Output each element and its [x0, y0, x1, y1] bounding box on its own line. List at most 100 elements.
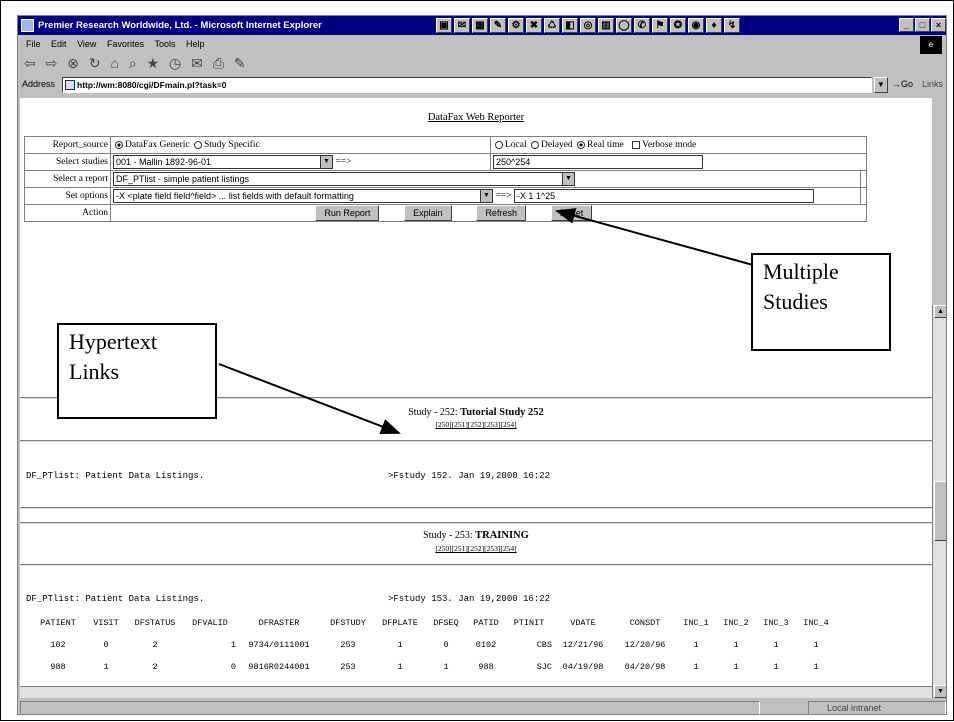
reset-button[interactable]: Reset — [550, 205, 593, 221]
radio-local[interactable] — [495, 140, 503, 149]
table-cell: 102 — [50, 640, 66, 650]
listing-title: DF_PTlist: Patient Data Listings. — [26, 471, 205, 481]
edit-icon[interactable]: ✎ — [234, 53, 246, 73]
maximize-icon[interactable]: □ — [915, 18, 930, 32]
quick-icon[interactable]: ✎ — [490, 18, 506, 33]
table-cell: 1 — [693, 662, 699, 672]
quick-icon[interactable]: ♺ — [544, 18, 560, 33]
quick-icon[interactable]: ✖ — [526, 18, 542, 33]
radio-delayed[interactable] — [531, 140, 540, 149]
menu-edit[interactable]: Edit — [51, 36, 67, 52]
callout-multiple-studies: Multiple Studies — [751, 253, 891, 351]
menu-help[interactable]: Help — [186, 36, 205, 52]
menu-tools[interactable]: Tools — [154, 36, 175, 52]
study-link[interactable]: [254] — [500, 420, 516, 429]
quick-icon[interactable]: ✪ — [670, 18, 686, 33]
study-link[interactable]: [254] — [500, 544, 516, 553]
radio-realtime-label: Real time — [587, 140, 624, 150]
col-header: DFRASTER — [258, 618, 300, 628]
radio-realtime[interactable] — [577, 140, 586, 149]
quick-icon[interactable]: ⚑ — [652, 18, 668, 33]
status-zone: Local intranet — [808, 701, 946, 714]
radio-specific[interactable] — [194, 140, 202, 149]
menu-view[interactable]: View — [77, 36, 96, 52]
close-icon[interactable]: × — [931, 18, 946, 32]
search-icon[interactable]: ⌕ — [129, 53, 137, 73]
page-title[interactable]: DataFax Web Reporter — [20, 112, 932, 123]
forward-icon[interactable]: ⇨ — [46, 53, 58, 73]
stop-icon[interactable]: ⊗ — [67, 53, 79, 73]
study-link[interactable]: [251] — [452, 544, 468, 553]
links-button[interactable]: Links — [922, 79, 943, 89]
table-row: 102 0 2 1 9734/0111001 253 1 0 0102 CBS … — [30, 634, 836, 656]
study-name: Tutorial Study 252 — [460, 407, 544, 418]
options-input[interactable]: -X 1 1^25 — [513, 189, 814, 203]
select-report-label: Select a report — [24, 170, 111, 188]
menu-file[interactable]: File — [26, 36, 41, 52]
table-cell: 253 — [340, 662, 356, 672]
col-header: PATID — [473, 618, 499, 628]
options-select[interactable]: -X <plate field field^field> ... list fi… — [113, 189, 493, 203]
quick-icon[interactable]: ♦ — [706, 18, 722, 33]
col-header: DFVALID — [192, 618, 228, 628]
quick-icon[interactable]: ▦ — [472, 18, 488, 33]
quick-icon[interactable]: ◯ — [616, 18, 632, 33]
minimize-icon[interactable]: _ — [899, 18, 914, 32]
study-link[interactable]: [250] — [435, 420, 451, 429]
table-cell: 0 — [443, 640, 449, 650]
quick-icon[interactable]: ⚙ — [508, 18, 524, 33]
refresh-icon[interactable]: ↻ — [89, 53, 101, 73]
table-cell: 1 — [230, 640, 236, 650]
study-link[interactable]: [252] — [468, 544, 484, 553]
quick-icon[interactable]: ▥ — [598, 18, 614, 33]
studies-select[interactable]: 001 - Mallin 1892-96-01 ▼ — [113, 155, 333, 169]
go-button[interactable]: →Go — [892, 79, 913, 89]
verbose-checkbox[interactable] — [632, 140, 641, 149]
study-link[interactable]: [253] — [484, 420, 500, 429]
study-link[interactable]: [252] — [468, 420, 484, 429]
divider — [20, 440, 932, 442]
scroll-down-icon[interactable]: ▼ — [934, 685, 946, 698]
back-icon[interactable]: ⇦ — [24, 53, 36, 73]
print-icon[interactable]: ⎙ — [213, 53, 224, 73]
quick-icon[interactable]: ↯ — [724, 18, 740, 33]
refresh-button[interactable]: Refresh — [476, 205, 526, 221]
run-report-button[interactable]: Run Report — [315, 205, 380, 221]
study-link[interactable]: [251] — [452, 420, 468, 429]
study-links: [250][251][252][253][254] — [20, 544, 932, 553]
report-source-label: Report_source — [24, 136, 111, 154]
study-link[interactable]: [253] — [484, 544, 500, 553]
menu-favorites[interactable]: Favorites — [107, 36, 144, 52]
mail-icon[interactable]: ✉ — [191, 53, 203, 73]
favorites-icon[interactable]: ★ — [147, 53, 160, 73]
horizontal-scrollbar[interactable] — [20, 686, 932, 698]
study-link[interactable]: [250] — [435, 544, 451, 553]
report-select[interactable]: DF_PTlist - simple patient listings ▼ — [113, 172, 575, 186]
address-input[interactable]: http://wm:8080/cgi/DFmain.pl?task=0 — [62, 77, 872, 93]
radio-generic[interactable] — [115, 140, 123, 149]
quick-icon[interactable]: ◧ — [562, 18, 578, 33]
home-icon[interactable]: ⌂ — [111, 53, 119, 73]
table-cell: 1 — [773, 662, 779, 672]
table-cell: 2 — [152, 640, 158, 650]
vertical-scrollbar[interactable]: ▲ ▼ — [932, 305, 946, 698]
quick-icon[interactable]: ✉ — [454, 18, 470, 33]
quick-icon[interactable]: ◉ — [688, 18, 704, 33]
history-icon[interactable]: ◷ — [169, 53, 181, 73]
arrow-text: ==> — [495, 191, 512, 202]
radio-generic-label: DataFax Generic — [125, 140, 190, 150]
scroll-thumb[interactable] — [934, 481, 946, 541]
quick-icon[interactable]: ◎ — [580, 18, 596, 33]
quick-icon[interactable]: ▣ — [436, 18, 452, 33]
studies-input[interactable]: 250^254 — [493, 155, 703, 169]
quick-icon[interactable]: ✆ — [634, 18, 650, 33]
set-options-cell: -X <plate field field^field> ... list fi… — [109, 187, 862, 205]
study-links: [250][251][252][253][254] — [20, 420, 932, 429]
address-dropdown-icon[interactable]: ▼ — [874, 77, 888, 93]
explain-button[interactable]: Explain — [404, 205, 452, 221]
listing-title: DF_PTlist: Patient Data Listings. — [26, 594, 205, 604]
scroll-up-icon[interactable]: ▲ — [934, 305, 946, 318]
action-cell: Run Report Explain Refresh Reset — [110, 204, 867, 222]
window-title: Premier Research Worldwide, Ltd. - Micro… — [38, 20, 322, 31]
action-label: Action — [24, 204, 111, 222]
